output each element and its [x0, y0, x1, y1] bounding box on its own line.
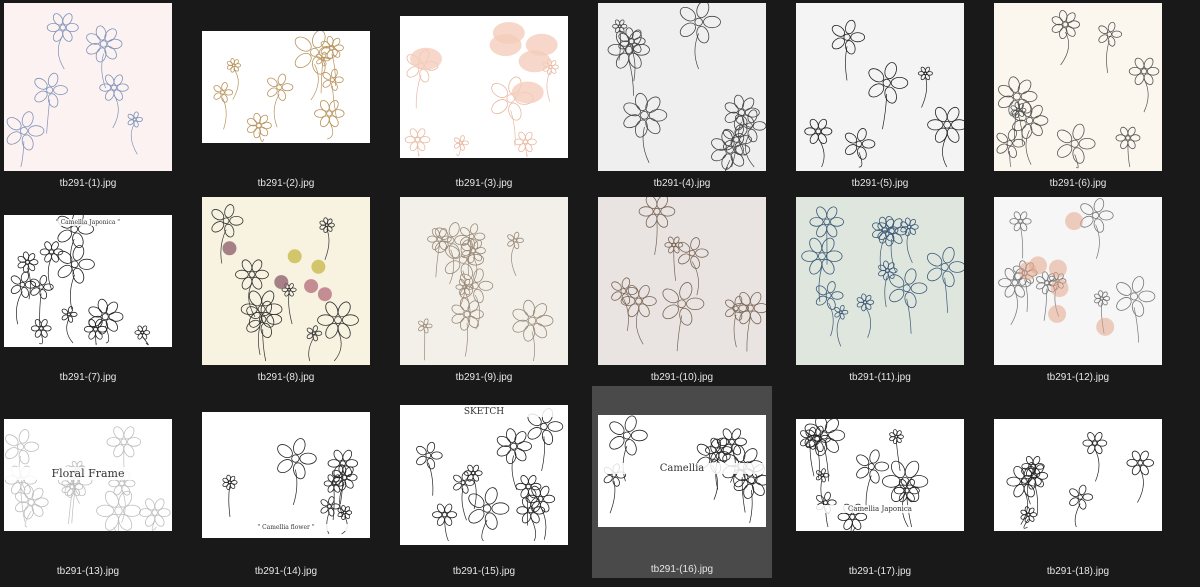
- thumbnail-artwork: [418, 222, 554, 362]
- file-tile[interactable]: tb291-(5).jpg: [790, 2, 970, 192]
- file-tile[interactable]: " Camellia flower " tb291-(14).jpg: [196, 390, 376, 582]
- file-tile[interactable]: tb291-(8).jpg: [196, 196, 376, 386]
- file-tile[interactable]: " Camellia Japonica " tb291-(7).jpg: [0, 196, 178, 386]
- thumbnail-artwork: [416, 408, 564, 542]
- thumbnail-frame: " Camellia flower ": [196, 390, 376, 560]
- file-name-label: tb291-(8).jpg: [257, 372, 315, 383]
- thumbnail-artwork: [222, 438, 359, 535]
- file-name-label: tb291-(5).jpg: [851, 178, 909, 189]
- thumbnail-frame: [196, 196, 376, 366]
- image-thumbnail[interactable]: " Camellia Japonica ": [4, 215, 172, 347]
- thumbnail-frame: [790, 2, 970, 172]
- image-thumbnail[interactable]: Floral Frame: [4, 419, 172, 531]
- image-thumbnail[interactable]: [796, 3, 964, 171]
- thumbnail-frame: [592, 196, 772, 366]
- thumbnail-artwork: [998, 198, 1156, 343]
- file-name-label: tb291-(11).jpg: [849, 372, 911, 383]
- file-name-label: tb291-(6).jpg: [1049, 178, 1107, 189]
- thumbnail-artwork: [213, 31, 345, 142]
- image-thumbnail[interactable]: [994, 419, 1162, 531]
- file-name-label: tb291-(13).jpg: [56, 566, 120, 577]
- thumbnail-frame: Camellia Japonica: [790, 390, 970, 560]
- file-tile[interactable]: Camellia Japonica tb291-(17).jpg: [790, 390, 970, 582]
- file-name-label: tb291-(4).jpg: [653, 178, 711, 189]
- image-thumbnail[interactable]: [400, 16, 568, 158]
- thumbnail-frame: [988, 390, 1168, 560]
- thumbnail-frame: [196, 2, 376, 172]
- thumbnail-frame: [0, 2, 178, 172]
- file-tile[interactable]: tb291-(11).jpg: [790, 196, 970, 386]
- image-thumbnail[interactable]: [994, 197, 1162, 365]
- file-tile[interactable]: tb291-(3).jpg: [394, 2, 574, 192]
- thumbnail-frame: [394, 2, 574, 172]
- image-thumbnail[interactable]: [202, 197, 370, 365]
- thumbnail-artwork: [1006, 432, 1154, 529]
- thumbnail-frame: [592, 2, 772, 172]
- file-tile[interactable]: tb291-(4).jpg: [592, 2, 772, 192]
- image-thumbnail[interactable]: Camellia Japonica: [796, 419, 964, 531]
- image-thumbnail[interactable]: [994, 3, 1162, 171]
- image-thumbnail[interactable]: SKETCH: [400, 405, 568, 545]
- thumbnail-artwork: [211, 204, 359, 362]
- thumbnail-frame: " Camellia Japonica ": [0, 196, 178, 366]
- thumbnail-frame: SKETCH: [394, 390, 574, 560]
- file-tile[interactable]: Camellia tb291-(16).jpg: [592, 386, 772, 578]
- file-name-label: tb291-(16).jpg: [650, 564, 714, 575]
- file-name-label: tb291-(7).jpg: [59, 372, 117, 383]
- file-tile[interactable]: tb291-(2).jpg: [196, 2, 376, 192]
- thumbnail-artwork: [607, 3, 766, 171]
- thumbnail-artwork: [801, 206, 964, 347]
- file-tile[interactable]: tb291-(9).jpg: [394, 196, 574, 386]
- file-name-label: tb291-(9).jpg: [455, 372, 513, 383]
- file-name-label: tb291-(3).jpg: [455, 178, 513, 189]
- thumbnail-frame: [988, 2, 1168, 172]
- image-thumbnail[interactable]: [796, 197, 964, 365]
- thumbnail-frame: Floral Frame: [0, 390, 178, 560]
- file-tile[interactable]: tb291-(10).jpg: [592, 196, 772, 386]
- thumbnail-frame: Camellia: [592, 386, 772, 556]
- thumbnail-title-text: Camellia Japonica: [796, 505, 964, 513]
- image-thumbnail[interactable]: [4, 3, 172, 171]
- thumbnail-artwork: [404, 22, 559, 157]
- file-tile[interactable]: tb291-(18).jpg: [988, 390, 1168, 582]
- thumbnail-artwork: [800, 419, 929, 531]
- thumbnail-title-text: Floral Frame: [4, 467, 172, 480]
- thumbnail-frame: [790, 196, 970, 366]
- file-name-label: tb291-(12).jpg: [1046, 372, 1110, 383]
- file-tile[interactable]: tb291-(1).jpg: [0, 2, 178, 192]
- thumbnail-title-text: " Camellia Japonica ": [4, 219, 172, 226]
- thumbnail-title-text: " Camellia flower ": [202, 524, 370, 531]
- image-thumbnail[interactable]: " Camellia flower ": [202, 412, 370, 538]
- thumbnail-artwork: [6, 13, 143, 168]
- thumbnail-frame: [394, 196, 574, 366]
- thumbnail-title-text: Camellia: [598, 463, 766, 474]
- thumbnail-artwork: [10, 215, 151, 346]
- image-thumbnail[interactable]: [598, 3, 766, 171]
- thumbnail-title-text: SKETCH: [400, 407, 568, 417]
- file-name-label: tb291-(18).jpg: [1046, 566, 1110, 577]
- image-thumbnail[interactable]: [202, 31, 370, 143]
- thumbnail-artwork: [804, 19, 964, 168]
- file-name-label: tb291-(2).jpg: [257, 178, 315, 189]
- file-name-label: tb291-(15).jpg: [452, 566, 516, 577]
- file-name-label: tb291-(1).jpg: [59, 178, 117, 189]
- file-tile[interactable]: tb291-(12).jpg: [988, 196, 1168, 386]
- thumbnail-artwork: [611, 197, 766, 352]
- image-thumbnail[interactable]: Camellia: [598, 415, 766, 527]
- image-thumbnail[interactable]: [400, 197, 568, 365]
- file-thumbnail-grid: tb291-(1).jpg tb291-(2).jpg tb291-(3).jpg t…: [0, 0, 1200, 587]
- file-name-label: tb291-(17).jpg: [848, 566, 912, 577]
- file-tile[interactable]: tb291-(6).jpg: [988, 2, 1168, 192]
- file-name-label: tb291-(14).jpg: [254, 566, 318, 577]
- thumbnail-frame: [988, 196, 1168, 366]
- file-tile[interactable]: SKETCH tb291-(15).jpg: [394, 390, 574, 582]
- thumbnail-artwork: [996, 10, 1160, 169]
- file-name-label: tb291-(10).jpg: [650, 372, 714, 383]
- file-tile[interactable]: Floral Frame tb291-(13).jpg: [0, 390, 178, 582]
- image-thumbnail[interactable]: [598, 197, 766, 365]
